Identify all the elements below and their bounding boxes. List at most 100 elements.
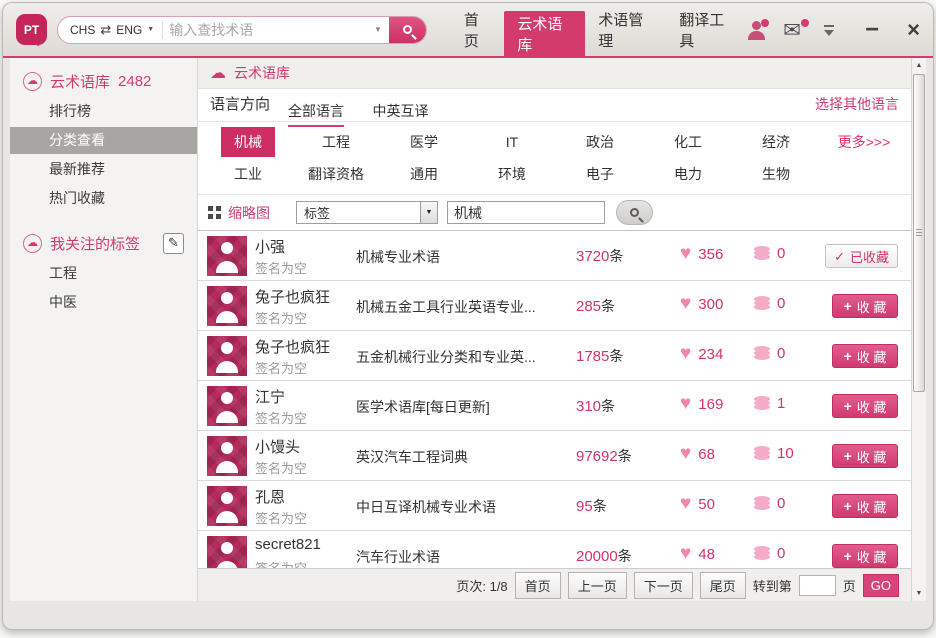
- category-button[interactable]: 机械: [221, 127, 275, 157]
- user-notification-dot: [761, 18, 770, 27]
- likes-count: 68: [698, 445, 715, 463]
- glossary-title[interactable]: 医学术语库[每日更新]: [356, 397, 564, 417]
- collect-button[interactable]: 收 藏: [832, 494, 898, 518]
- glossary-title[interactable]: 中日互译机械专业术语: [356, 497, 564, 517]
- scrollbar-thumb[interactable]: [913, 74, 925, 392]
- avatar[interactable]: [207, 436, 247, 476]
- edit-tags-button[interactable]: [163, 232, 184, 254]
- category-button[interactable]: IT: [506, 134, 518, 150]
- category-row-2: 工业 翻译资格 通用 环境 电子 电力 生物: [204, 158, 905, 190]
- glossary-title[interactable]: 机械五金工具行业英语专业...: [356, 297, 564, 317]
- select-other-language-link[interactable]: 选择其他语言: [815, 94, 899, 121]
- sidebar-section-library[interactable]: 云术语库 2482: [10, 66, 197, 96]
- collect-button[interactable]: 收 藏: [832, 544, 898, 568]
- category-button[interactable]: 生物: [762, 164, 790, 184]
- avatar[interactable]: [207, 386, 247, 426]
- filter-type-select[interactable]: 标签: [296, 201, 438, 224]
- goto-page-input[interactable]: [798, 574, 836, 596]
- glossary-title[interactable]: 汽车行业术语: [356, 547, 564, 567]
- select-dropdown-icon[interactable]: [420, 202, 437, 223]
- sidebar-item[interactable]: 排行榜: [10, 98, 197, 125]
- swap-languages-icon[interactable]: [100, 22, 111, 38]
- lang-to: ENG: [116, 22, 143, 37]
- likes-count: 50: [698, 495, 715, 513]
- glossary-title[interactable]: 英汉汽车工程词典: [356, 447, 564, 467]
- likes: 356: [680, 244, 723, 264]
- category-button[interactable]: 环境: [498, 164, 526, 184]
- table-row: 兔子也疯狂 签名为空 五金机械行业分类和专业英... 1785条 234 0: [198, 331, 911, 381]
- category-button[interactable]: 政治: [586, 132, 614, 152]
- sidebar-section-tags[interactable]: 我关注的标签: [10, 228, 197, 258]
- mail-notification-dot: [801, 18, 810, 27]
- scroll-up-arrow[interactable]: [912, 58, 926, 73]
- language-pair-selector[interactable]: CHS ENG ▼: [58, 22, 162, 38]
- collect-button[interactable]: 收 藏: [832, 394, 898, 418]
- sidebar-item[interactable]: 分类查看: [10, 127, 197, 154]
- messages-icon[interactable]: [783, 18, 810, 43]
- vertical-scrollbar[interactable]: [911, 58, 926, 601]
- nav-item[interactable]: 首页: [451, 9, 504, 51]
- first-page-button[interactable]: 首页: [514, 571, 561, 599]
- category-button[interactable]: 通用: [410, 164, 438, 184]
- collect-state-icon: [844, 549, 852, 564]
- scroll-down-arrow[interactable]: [912, 586, 926, 601]
- table-row: 小强 签名为空 机械专业术语 3720条 356 0: [198, 231, 911, 281]
- minimize-button[interactable]: −: [865, 17, 879, 41]
- category-button[interactable]: 工业: [234, 164, 262, 184]
- keyword-input[interactable]: [447, 201, 605, 224]
- nav-item[interactable]: 云术语库: [504, 11, 586, 56]
- term-search-bar: CHS ENG ▼ ▼: [57, 15, 427, 44]
- user-signature: 签名为空: [255, 261, 308, 276]
- heart-icon: [680, 544, 691, 564]
- main-header: 云术语库: [198, 58, 911, 89]
- user-name: secret821: [255, 536, 321, 553]
- nav-item[interactable]: 术语管理: [585, 9, 666, 51]
- term-search-button[interactable]: [388, 16, 426, 43]
- user-account-icon[interactable]: [747, 18, 770, 40]
- go-button[interactable]: GO: [862, 573, 899, 597]
- avatar[interactable]: [207, 236, 247, 276]
- collect-button[interactable]: 收 藏: [832, 344, 898, 368]
- collect-button[interactable]: 收 藏: [832, 444, 898, 468]
- glossary-title[interactable]: 机械专业术语: [356, 247, 564, 267]
- sidebar-tag-item[interactable]: 中医: [10, 289, 197, 316]
- term-count: 97692条: [576, 446, 632, 466]
- app-logo: PT: [16, 14, 47, 45]
- close-button[interactable]: ×: [907, 17, 920, 43]
- chevron-down-icon[interactable]: ▼: [147, 26, 154, 33]
- category-button[interactable]: 医学: [410, 132, 438, 152]
- sidebar-tag-item[interactable]: 工程: [10, 260, 197, 287]
- sidebar-item[interactable]: 热门收藏: [10, 185, 197, 212]
- avatar[interactable]: [207, 286, 247, 326]
- collect-button-label: 收 藏: [856, 299, 887, 315]
- category-button[interactable]: 电子: [586, 164, 614, 184]
- avatar[interactable]: [207, 336, 247, 376]
- avatar[interactable]: [207, 486, 247, 526]
- nav-item[interactable]: 翻译工具: [666, 9, 747, 51]
- history-dropdown-icon[interactable]: ▼: [367, 25, 389, 34]
- prev-page-button[interactable]: 上一页: [567, 571, 627, 599]
- next-page-button[interactable]: 下一页: [633, 571, 693, 599]
- term-search-input[interactable]: [163, 21, 367, 38]
- list-search-button[interactable]: [616, 200, 653, 225]
- term-count-unit: 条: [617, 448, 632, 464]
- category-button[interactable]: 工程: [322, 132, 350, 152]
- last-page-button[interactable]: 尾页: [699, 571, 746, 599]
- collect-button[interactable]: 已收藏: [825, 244, 898, 268]
- heart-icon: [680, 344, 691, 364]
- category-button[interactable]: 化工: [674, 132, 702, 152]
- category-button[interactable]: 电力: [674, 164, 702, 184]
- sidebar-item[interactable]: 最新推荐: [10, 156, 197, 183]
- heart-icon: [680, 244, 691, 264]
- category-filter: 更多>>> 机械 工程 医学 IT 政治 化工 经济 工业 翻译资格 通用 环境…: [198, 122, 911, 195]
- more-categories-link[interactable]: 更多>>>: [820, 126, 908, 158]
- glossary-title[interactable]: 五金机械行业分类和专业英...: [356, 347, 564, 367]
- collect-button[interactable]: 收 藏: [832, 294, 898, 318]
- likes: 300: [680, 294, 723, 314]
- likes-count: 48: [698, 545, 715, 563]
- category-button[interactable]: 经济: [762, 132, 790, 152]
- category-button[interactable]: 翻译资格: [308, 164, 364, 184]
- main-nav: 首页 云术语库 术语管理 翻译工具: [451, 3, 747, 56]
- thumbnail-view-toggle[interactable]: 缩略图: [228, 203, 270, 223]
- menu-dropdown-icon[interactable]: [823, 24, 835, 36]
